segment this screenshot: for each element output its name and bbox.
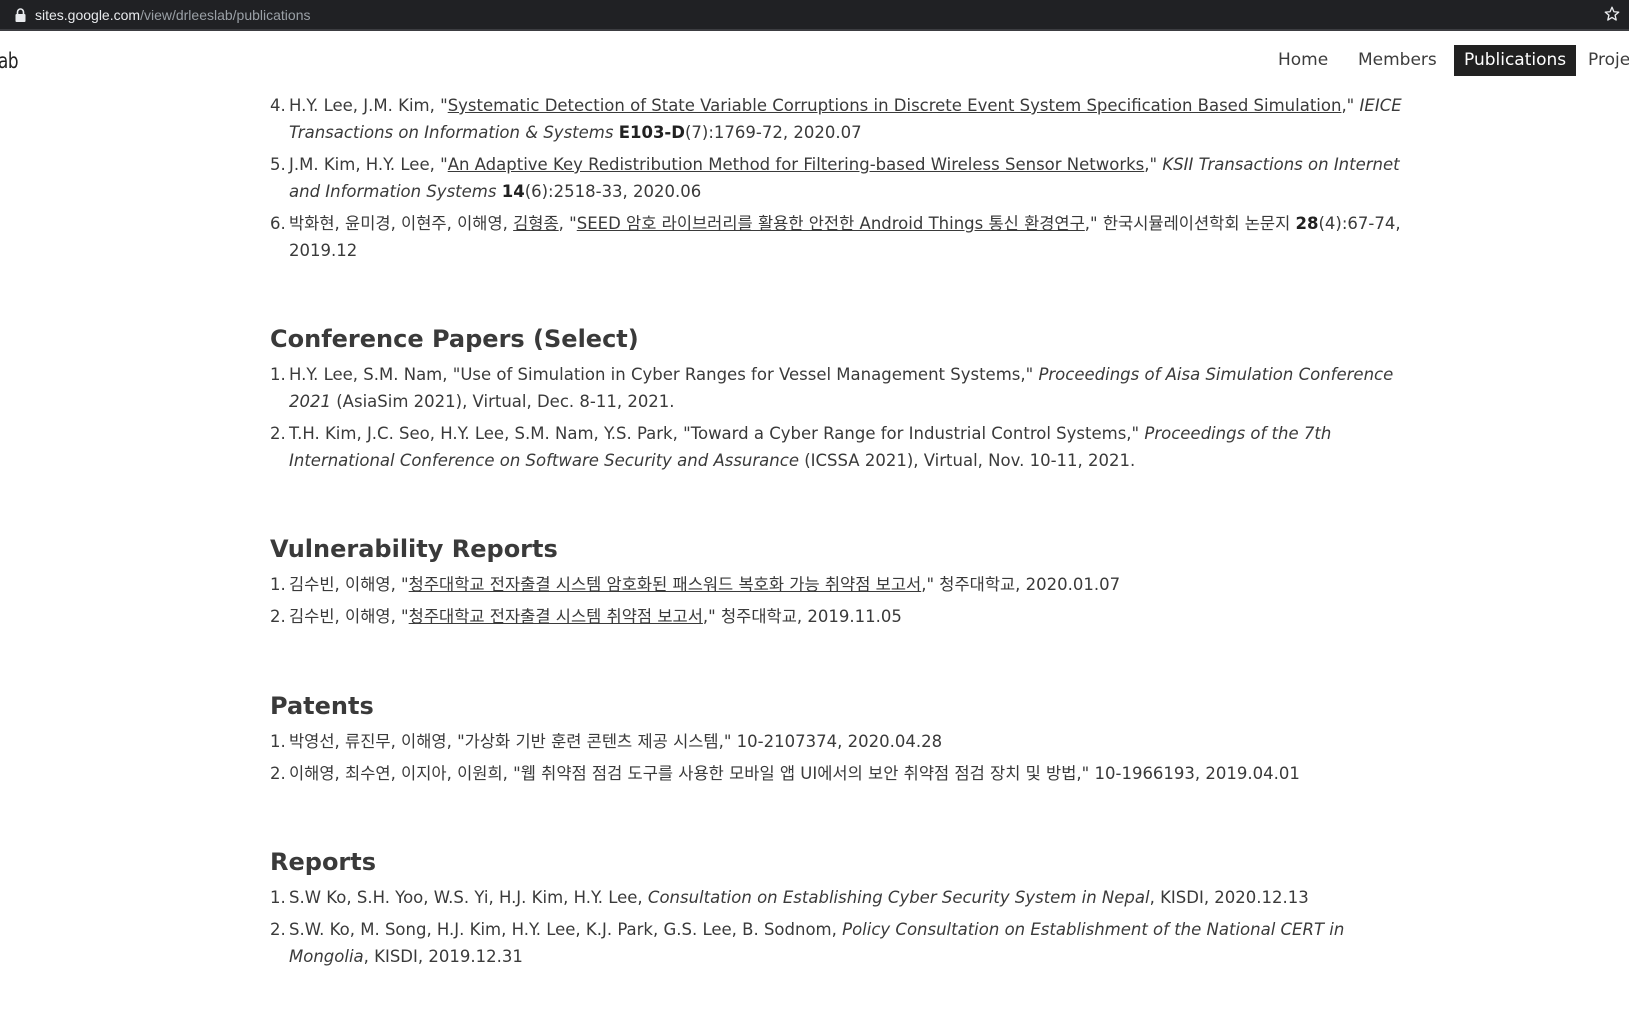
- nav-home[interactable]: Home: [1278, 45, 1328, 76]
- list-item: 2. T.H. Kim, J.C. Seo, H.Y. Lee, S.M. Na…: [270, 424, 1332, 470]
- list-item: 6. 박화현, 윤미경, 이현주, 이해영, 김형종, "SEED 암호 라이브…: [270, 214, 1401, 260]
- section-title-reports: Reports: [270, 848, 377, 876]
- list-item: 2. 이해영, 최수연, 이지아, 이원희, "웹 취약점 점검 도구를 사용한…: [270, 764, 1300, 783]
- site-header: ab Home Members Publications Projec: [0, 33, 1629, 91]
- section-title-patents: Patents: [270, 692, 374, 720]
- section-title-conference: Conference Papers (Select): [270, 325, 639, 353]
- browser-address-bar[interactable]: sites.google.com/view/drleeslab/publicat…: [0, 0, 1629, 31]
- list-item: 5. J.M. Kim, H.Y. Lee, "An Adaptive Key …: [270, 155, 1400, 201]
- report-link[interactable]: 청주대학교 전자출결 시스템 암호화된 패스워드 복호화 가능 취약점 보고서: [409, 575, 922, 594]
- author-link[interactable]: 김형종: [513, 214, 559, 233]
- lock-icon: [15, 8, 26, 22]
- url-path: /view/drleeslab/publications: [140, 7, 311, 23]
- list-item: 2. S.W. Ko, M. Song, H.J. Kim, H.Y. Lee,…: [270, 920, 1345, 966]
- list-item: 1. 김수빈, 이해영, "청주대학교 전자출결 시스템 암호화된 패스워드 복…: [270, 575, 1121, 594]
- nav-publications[interactable]: Publications: [1454, 45, 1577, 76]
- nav-projects[interactable]: Projec: [1588, 45, 1629, 76]
- list-item: 1. H.Y. Lee, S.M. Nam, "Use of Simulatio…: [270, 365, 1394, 411]
- paper-link[interactable]: Systematic Detection of State Variable C…: [448, 96, 1342, 115]
- list-item: 1. 박영선, 류진무, 이해영, "가상화 기반 훈련 콘텐츠 제공 시스템,…: [270, 732, 943, 751]
- list-item: 1. S.W Ko, S.H. Yoo, W.S. Yi, H.J. Kim, …: [270, 888, 1309, 907]
- section-title-vulnerability: Vulnerability Reports: [270, 535, 558, 563]
- site-name[interactable]: ab: [0, 47, 19, 75]
- list-item: 4. H.Y. Lee, J.M. Kim, "Systematic Detec…: [270, 96, 1402, 142]
- url-text[interactable]: sites.google.com/view/drleeslab/publicat…: [35, 6, 311, 24]
- paper-link[interactable]: SEED 암호 라이브러리를 활용한 안전한 Android Things 통신…: [577, 214, 1085, 233]
- url-host: sites.google.com: [35, 7, 141, 23]
- paper-link[interactable]: An Adaptive Key Redistribution Method fo…: [448, 155, 1145, 174]
- list-item: 2. 김수빈, 이해영, "청주대학교 전자출결 시스템 취약점 보고서," 청…: [270, 607, 902, 626]
- bookmark-star-icon[interactable]: [1603, 5, 1621, 23]
- report-link[interactable]: 청주대학교 전자출결 시스템 취약점 보고서: [409, 607, 703, 626]
- nav-members[interactable]: Members: [1358, 45, 1437, 76]
